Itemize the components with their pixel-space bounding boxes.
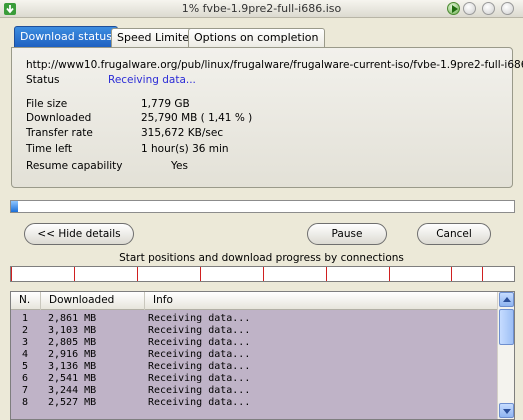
play-icon[interactable] (447, 2, 460, 15)
row-number: 7 (22, 385, 29, 396)
row-info: Receiving data... (148, 337, 251, 348)
table-scrollbar[interactable] (497, 292, 514, 419)
row-number: 5 (22, 361, 29, 372)
row-info: Receiving data... (148, 361, 251, 372)
file-size-value: 1,779 GB (141, 98, 190, 110)
resume-capability-label: Resume capability (26, 160, 123, 172)
connections-progress-bar (10, 266, 515, 282)
pause-button[interactable]: Pause (307, 223, 387, 245)
table-row[interactable]: 5 3,136 MB Receiving data... (11, 361, 497, 373)
row-info: Receiving data... (148, 397, 251, 408)
row-number: 8 (22, 397, 29, 408)
connection-marker (451, 267, 452, 281)
status-label: Status (26, 74, 60, 86)
overall-progress-fill (11, 201, 19, 212)
row-downloaded: 3,136 MB (48, 361, 97, 372)
row-downloaded: 3,103 MB (48, 325, 97, 336)
connection-marker (326, 267, 327, 281)
scroll-thumb[interactable] (499, 309, 514, 345)
row-downloaded: 2,916 MB (48, 349, 97, 360)
scroll-down-icon[interactable] (499, 403, 514, 418)
tab-speed-limiter[interactable]: Speed Limiter (111, 28, 200, 47)
connections-table[interactable]: N. Downloaded Info 1 2,861 MB Receiving … (10, 291, 515, 420)
row-number: 1 (22, 313, 29, 324)
row-downloaded: 3,244 MB (48, 385, 97, 396)
row-downloaded: 2,527 MB (48, 397, 97, 408)
row-info: Receiving data... (148, 313, 251, 324)
connection-marker (482, 267, 483, 281)
maximize-icon[interactable] (482, 2, 495, 15)
title-bar: 1% fvbe-1.9pre2-full-i686.iso (0, 0, 523, 18)
transfer-rate-label: Transfer rate (26, 127, 93, 139)
time-left-value: 1 hour(s) 36 min (141, 143, 229, 155)
overall-progress-bar (10, 200, 515, 213)
table-row[interactable]: 3 2,805 MB Receiving data... (11, 337, 497, 349)
connection-marker (263, 267, 264, 281)
table-row[interactable]: 1 2,861 MB Receiving data... (11, 313, 497, 325)
file-size-label: File size (26, 98, 68, 110)
hide-details-button[interactable]: << Hide details (24, 223, 134, 245)
minimize-icon[interactable] (463, 2, 476, 15)
row-downloaded: 2,541 MB (48, 373, 97, 384)
download-url: http://www10.frugalware.org/pub/linux/fr… (26, 59, 523, 71)
transfer-rate-value: 315,672 KB/sec (141, 127, 224, 139)
column-header-downloaded[interactable]: Downloaded (41, 292, 145, 310)
close-icon[interactable] (501, 2, 514, 15)
row-info: Receiving data... (148, 349, 251, 360)
status-value: Receiving data... (108, 74, 196, 86)
scroll-up-icon[interactable] (499, 292, 514, 307)
row-downloaded: 2,861 MB (48, 313, 97, 324)
row-info: Receiving data... (148, 385, 251, 396)
table-row[interactable]: 8 2,527 MB Receiving data... (11, 397, 497, 409)
column-header-info[interactable]: Info (145, 292, 497, 310)
download-status-panel: http://www10.frugalware.org/pub/linux/fr… (11, 47, 523, 188)
row-number: 3 (22, 337, 29, 348)
column-header-number[interactable]: N. (11, 292, 41, 310)
table-row[interactable]: 7 3,244 MB Receiving data... (11, 385, 497, 397)
row-number: 6 (22, 373, 29, 384)
table-header: N. Downloaded Info (11, 292, 497, 310)
resume-capability-value: Yes (171, 160, 188, 172)
time-left-label: Time left (26, 143, 73, 155)
tab-download-status[interactable]: Download status (14, 26, 118, 48)
connection-marker (200, 267, 201, 281)
row-number: 4 (22, 349, 29, 360)
window-title: 1% fvbe-1.9pre2-full-i686.iso (181, 2, 342, 15)
row-downloaded: 2,805 MB (48, 337, 97, 348)
downloaded-value: 25,790 MB ( 1,41 % ) (141, 112, 253, 124)
table-row[interactable]: 6 2,541 MB Receiving data... (11, 373, 497, 385)
row-number: 2 (22, 325, 29, 336)
table-row[interactable]: 4 2,916 MB Receiving data... (11, 349, 497, 361)
downloaded-label: Downloaded (26, 112, 92, 124)
connections-title: Start positions and download progress by… (119, 252, 404, 264)
row-info: Receiving data... (148, 373, 251, 384)
table-row[interactable]: 2 3,103 MB Receiving data... (11, 325, 497, 337)
connection-marker (389, 267, 390, 281)
connection-marker (137, 267, 138, 281)
connection-marker (74, 267, 75, 281)
cancel-button[interactable]: Cancel (417, 223, 491, 245)
tab-options-on-completion[interactable]: Options on completion (188, 28, 325, 47)
row-info: Receiving data... (148, 325, 251, 336)
connection-marker (11, 267, 12, 281)
